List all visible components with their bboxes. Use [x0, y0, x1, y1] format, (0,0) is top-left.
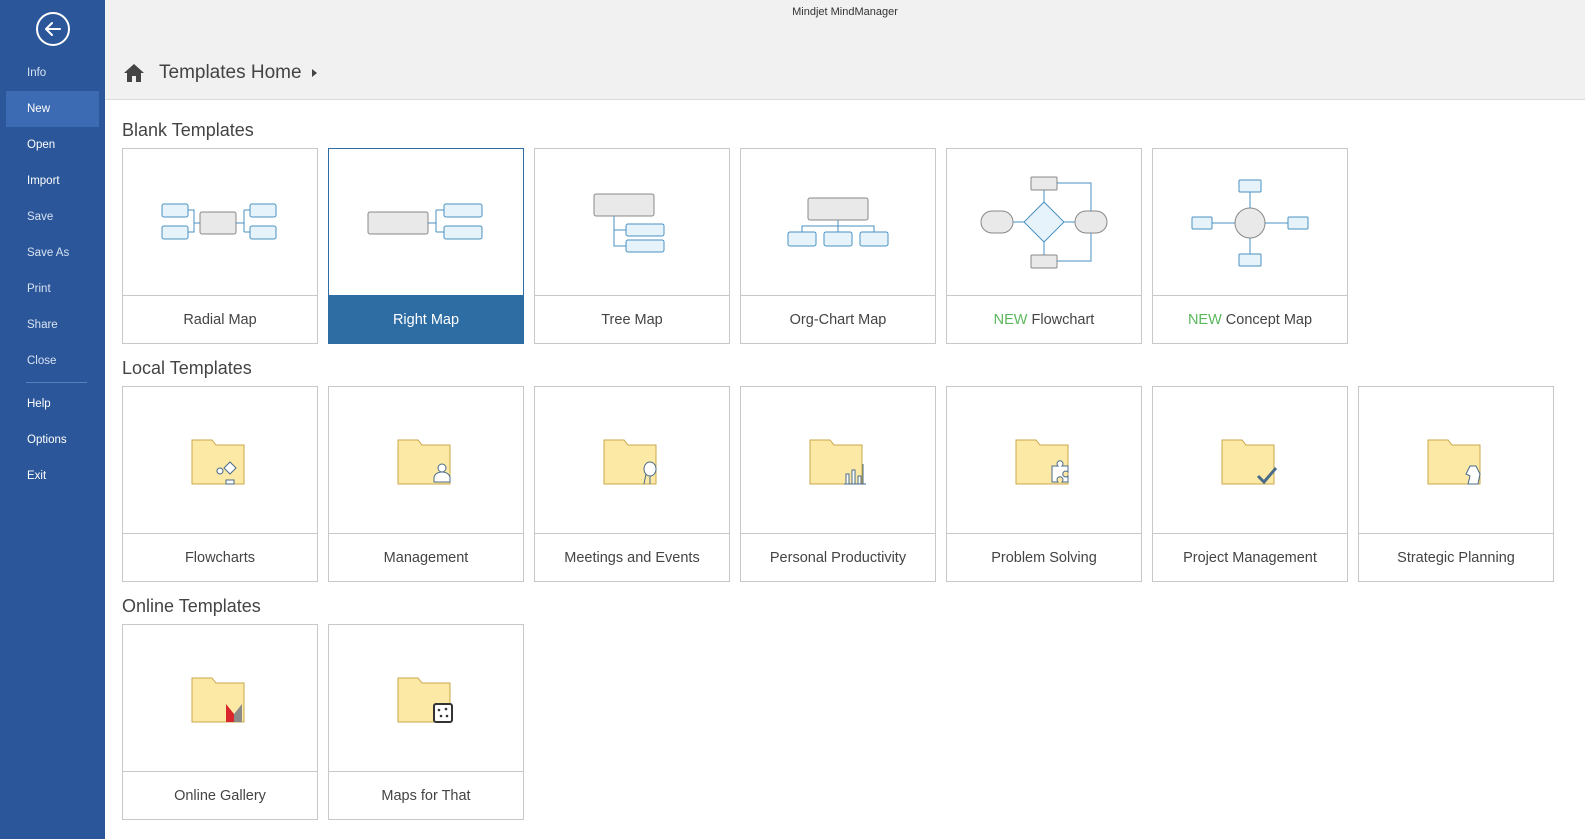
online-templates-row: Online Gallery Maps for That: [122, 624, 534, 820]
concept-map-thumbnail: [1153, 149, 1347, 296]
folder-person-icon: [397, 439, 451, 484]
tile-online-gallery[interactable]: Online Gallery: [122, 624, 318, 820]
folder-mindjet-logo-icon: [191, 677, 245, 722]
new-badge: NEW: [993, 312, 1028, 328]
tile-label: Radial Map: [123, 295, 317, 343]
folder-bar-chart-icon: [809, 439, 866, 484]
tile-management[interactable]: Management: [328, 386, 524, 582]
org-chart-map-thumbnail: [741, 149, 935, 296]
nav-new[interactable]: New: [6, 91, 99, 127]
nav-save-as[interactable]: Save As: [0, 235, 105, 271]
tile-label: Problem Solving: [947, 533, 1141, 581]
breadcrumb-caret-icon[interactable]: [311, 69, 317, 77]
tree-map-thumbnail: [535, 149, 729, 296]
home-icon[interactable]: [123, 62, 145, 84]
breadcrumb: Templates Home: [123, 62, 317, 84]
local-templates-row: Flowcharts Management Meetings and Event…: [122, 386, 1564, 582]
section-title-blank: Blank Templates: [122, 120, 254, 140]
folder-maps-for-that-icon: [397, 677, 453, 723]
tile-label: Personal Productivity: [741, 533, 935, 581]
tile-problem-solving[interactable]: Problem Solving: [946, 386, 1142, 582]
tile-label: Management: [329, 533, 523, 581]
blank-templates-row: Radial Map Right Map Tree Map Org-Chart …: [122, 148, 1358, 344]
tile-label: NEW Concept Map: [1153, 295, 1347, 343]
nav-close[interactable]: Close: [0, 343, 105, 379]
nav-import[interactable]: Import: [0, 163, 105, 199]
tile-label: Right Map: [329, 295, 523, 343]
nav-share[interactable]: Share: [0, 307, 105, 343]
tile-strategic-planning[interactable]: Strategic Planning: [1358, 386, 1554, 582]
tile-label: NEW Flowchart: [947, 295, 1141, 343]
tile-label: Tree Map: [535, 295, 729, 343]
breadcrumb-templates-home[interactable]: Templates Home: [159, 62, 302, 84]
tile-concept-map[interactable]: NEW Concept Map: [1152, 148, 1348, 344]
tile-label: Strategic Planning: [1359, 533, 1553, 581]
tile-label: Flowcharts: [123, 533, 317, 581]
folder-puzzle-icon: [1015, 439, 1069, 484]
tile-right-map[interactable]: Right Map: [328, 148, 524, 344]
nav-help[interactable]: Help: [0, 386, 105, 422]
tile-label: Project Management: [1153, 533, 1347, 581]
tile-label: Online Gallery: [123, 771, 317, 819]
nav-info[interactable]: Info: [0, 55, 105, 91]
nav-divider: [26, 382, 87, 383]
right-map-thumbnail: [329, 149, 523, 296]
backstage-sidebar: Info New Open Import Save Save As Print …: [0, 0, 105, 839]
tile-maps-for-that[interactable]: Maps for That: [328, 624, 524, 820]
new-badge: NEW: [1187, 312, 1222, 328]
tile-label: Meetings and Events: [535, 533, 729, 581]
radial-map-thumbnail: [123, 149, 317, 296]
folder-flowchart-icon: [191, 439, 245, 484]
nav-open[interactable]: Open: [0, 127, 105, 163]
nav-options[interactable]: Options: [0, 422, 105, 458]
section-title-online: Online Templates: [122, 596, 261, 616]
tile-org-chart-map[interactable]: Org-Chart Map: [740, 148, 936, 344]
folder-chess-knight-icon: [1427, 439, 1481, 484]
app-title: Mindjet MindManager: [792, 6, 898, 18]
tile-project-management[interactable]: Project Management: [1152, 386, 1348, 582]
tile-tree-map[interactable]: Tree Map: [534, 148, 730, 344]
tile-flowchart[interactable]: NEW Flowchart: [946, 148, 1142, 344]
back-button[interactable]: [36, 12, 70, 46]
nav-print[interactable]: Print: [0, 271, 105, 307]
tile-meetings-and-events[interactable]: Meetings and Events: [534, 386, 730, 582]
tile-radial-map[interactable]: Radial Map: [122, 148, 318, 344]
tile-flowcharts[interactable]: Flowcharts: [122, 386, 318, 582]
arrow-left-icon: [45, 22, 61, 36]
folder-balloon-icon: [603, 439, 657, 484]
nav-exit[interactable]: Exit: [0, 458, 105, 494]
tile-label: Maps for That: [329, 771, 523, 819]
backstage-nav: Info New Open Import Save Save As Print …: [0, 55, 105, 494]
tile-personal-productivity[interactable]: Personal Productivity: [740, 386, 936, 582]
section-title-local: Local Templates: [122, 358, 252, 378]
nav-save[interactable]: Save: [0, 199, 105, 235]
tile-label: Org-Chart Map: [741, 295, 935, 343]
title-bar: Mindjet MindManager Templates Home: [105, 0, 1585, 100]
folder-checkmark-icon: [1221, 439, 1278, 484]
flowchart-thumbnail: [947, 149, 1141, 296]
